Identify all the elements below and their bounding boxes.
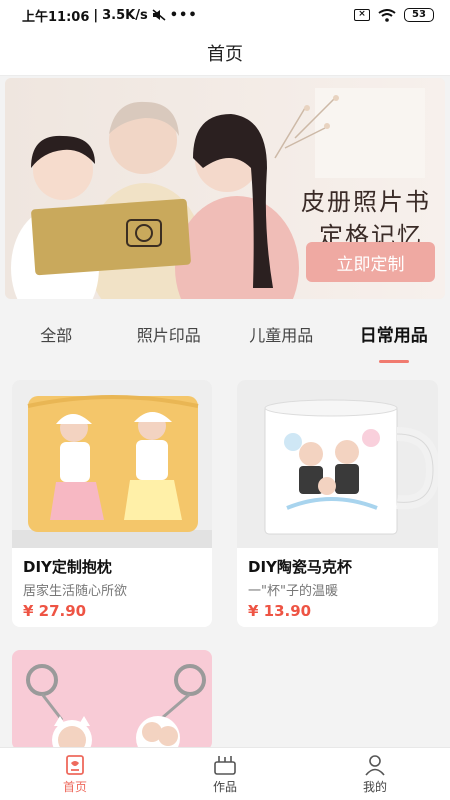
status-separator: | <box>93 7 99 23</box>
promo-banner[interactable]: 皮册照片书 定格记忆 立即定制 <box>5 78 445 299</box>
mute-icon <box>152 9 166 21</box>
more-dots: ••• <box>169 7 198 23</box>
category-tabs: 全部 照片印品 儿童用品 日常用品 <box>0 300 450 372</box>
mug-product-image <box>237 380 438 548</box>
network-speed: 3.5K/s <box>102 7 148 23</box>
tab-home-label: 首页 <box>62 779 87 794</box>
tab-all[interactable]: 全部 <box>0 321 113 351</box>
keychain-product-image <box>12 650 212 750</box>
product-card-keychain[interactable] <box>12 650 212 750</box>
tab-mine[interactable]: 我的 <box>300 748 450 800</box>
product-name: DIY定制抱枕 <box>23 558 112 576</box>
wifi-icon <box>378 8 396 22</box>
tab-label: 日常用品 <box>359 326 428 346</box>
tab-photo-prints[interactable]: 照片印品 <box>113 321 226 351</box>
sim-icon: × <box>354 9 370 21</box>
home-icon <box>66 754 84 775</box>
battery-icon: 53 <box>404 8 434 22</box>
status-bar: 上午11:06 | 3.5K/s ••• × 53 <box>0 0 450 30</box>
product-card-mug[interactable]: DIY陶瓷马克杯 一"杯"子的温暖 ¥ 13.90 <box>237 380 438 627</box>
tab-label: 儿童用品 <box>249 326 314 345</box>
active-tab-indicator <box>378 360 409 363</box>
tab-mine-label: 我的 <box>362 779 387 794</box>
nav-bar: 首页 <box>0 30 450 76</box>
works-icon <box>214 755 236 775</box>
tab-daily-products[interactable]: 日常用品 <box>338 321 450 363</box>
tab-home[interactable]: 首页 <box>0 748 150 800</box>
page-title: 首页 <box>207 43 243 65</box>
product-price: ¥ 13.90 <box>248 602 312 620</box>
customize-now-button[interactable]: 立即定制 <box>306 242 435 282</box>
tab-label: 全部 <box>40 326 73 345</box>
banner-title-line1: 皮册照片书 <box>301 188 431 216</box>
pillow-product-image <box>12 380 212 548</box>
tab-works[interactable]: 作品 <box>150 748 300 800</box>
product-description: 居家生活随心所欲 <box>23 584 128 599</box>
tab-kids-products[interactable]: 儿童用品 <box>225 321 338 351</box>
bottom-tab-bar: 首页 作品 我的 <box>0 747 450 800</box>
tab-label: 照片印品 <box>136 326 201 345</box>
product-name: DIY陶瓷马克杯 <box>248 558 352 576</box>
user-icon <box>365 754 385 776</box>
product-card-pillow[interactable]: DIY定制抱枕 居家生活随心所欲 ¥ 27.90 <box>12 380 212 627</box>
product-price: ¥ 27.90 <box>23 602 87 620</box>
tab-works-label: 作品 <box>212 779 237 794</box>
status-left: 上午11:06 | 3.5K/s ••• <box>22 6 198 25</box>
product-description: 一"杯"子的温暖 <box>248 584 338 599</box>
status-right: × 53 <box>354 8 434 22</box>
status-time: 上午11:06 <box>22 9 90 25</box>
